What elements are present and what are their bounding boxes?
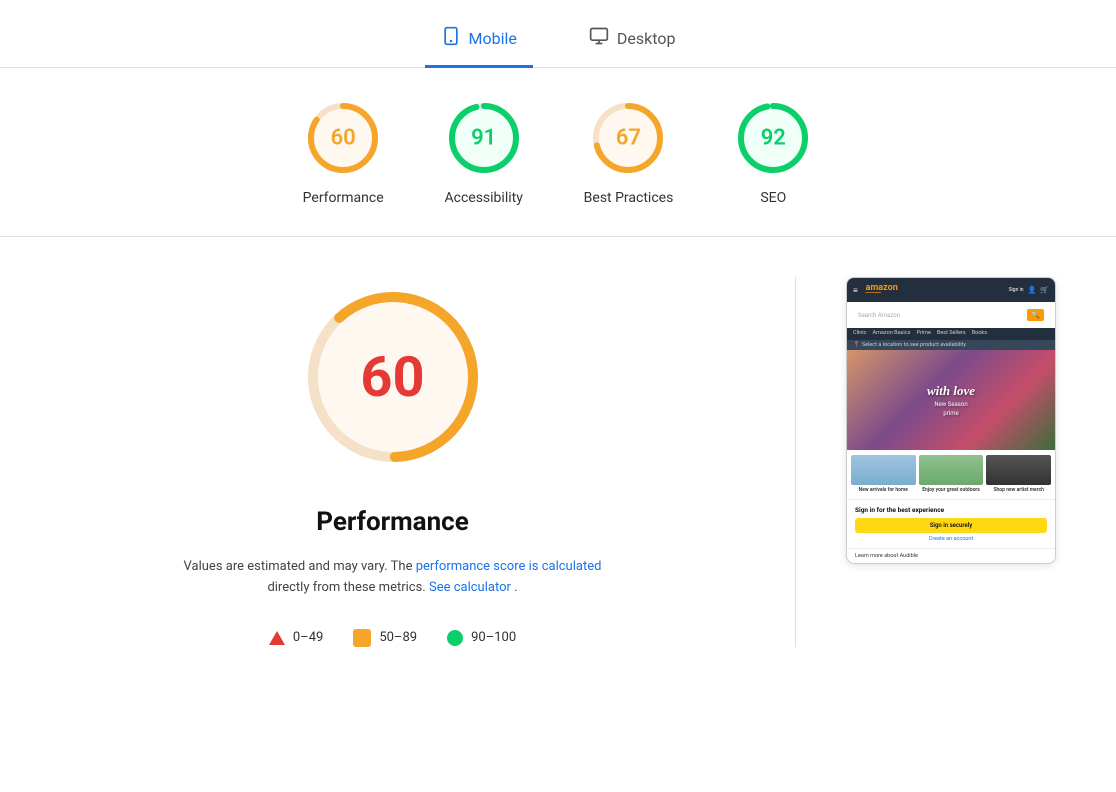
phone-category-2: Enjoy your great outdoors (919, 455, 984, 494)
gauge-accessibility: 91 (444, 98, 524, 178)
desc-text-2: directly from these metrics. (267, 580, 429, 595)
category-img-2 (919, 455, 984, 485)
desc-text-3: . (514, 580, 517, 595)
score-value-best-practices: 67 (616, 126, 641, 151)
location-icon: 📍 (853, 342, 860, 348)
mobile-icon (441, 26, 461, 51)
large-score-value: 60 (360, 344, 424, 410)
left-panel: 60 Performance Values are estimated and … (40, 277, 745, 647)
signin-heading: Sign in for the best experience (855, 506, 1047, 514)
legend-fail-range: 0–49 (293, 630, 323, 645)
legend-pass-range: 90–100 (471, 630, 516, 645)
category-img-1 (851, 455, 916, 485)
score-card-performance[interactable]: 60 Performance (303, 98, 384, 206)
tab-desktop[interactable]: Desktop (573, 16, 692, 68)
desc-text: Values are estimated and may vary. The (184, 559, 416, 574)
hamburger-icon: ≡ (853, 286, 858, 295)
desktop-icon (589, 26, 609, 51)
create-account-link[interactable]: Create an account (855, 536, 1047, 542)
phone-signin-section: Sign in for the best experience Sign in … (847, 499, 1055, 548)
phone-audible: Learn more about Audible (847, 548, 1055, 563)
legend-average: 50–89 (353, 629, 417, 647)
score-card-best-practices[interactable]: 67 Best Practices (584, 98, 674, 206)
gauge-performance: 60 (303, 98, 383, 178)
score-label-seo: SEO (760, 190, 786, 206)
score-label-accessibility: Accessibility (444, 190, 522, 206)
phone-categories: New arrivals for home Enjoy your great o… (847, 450, 1055, 499)
legend-pass: 90–100 (447, 630, 516, 646)
location-text: Select a location to see product availab… (862, 342, 966, 348)
main-content: 60 Performance Values are estimated and … (0, 237, 1116, 687)
score-value-performance: 60 (331, 126, 356, 151)
tab-mobile[interactable]: Mobile (425, 16, 533, 68)
score-card-accessibility[interactable]: 91 Accessibility (444, 98, 524, 206)
large-gauge: 60 (293, 277, 493, 477)
legend-square-icon (353, 629, 371, 647)
signin-button[interactable]: Sign in securely (855, 518, 1047, 533)
tab-desktop-label: Desktop (617, 29, 676, 48)
performance-desc: Values are estimated and may vary. The p… (183, 557, 603, 599)
phone-nav: Clinic Amazon Basics Prime Best Sellers … (847, 328, 1055, 340)
phone-location: 📍 Select a location to see product avail… (847, 340, 1055, 350)
score-value-accessibility: 91 (471, 126, 496, 151)
gauge-best-practices: 67 (588, 98, 668, 178)
search-icon: 🔍 (1027, 309, 1044, 321)
right-panel: ≡ amazon ▔▔▔▔▔ Sign in 👤 🛒 Search Amazon… (846, 277, 1056, 647)
search-placeholder: Search Amazon (858, 312, 900, 319)
gauge-seo: 92 (733, 98, 813, 178)
category-img-3 (986, 455, 1051, 485)
hero-prime: prime (927, 410, 975, 417)
cart-icon: 🛒 (1040, 286, 1049, 294)
calculator-link[interactable]: See calculator (429, 580, 511, 595)
legend-average-range: 50–89 (379, 630, 417, 645)
hero-subtitle: New Season (927, 401, 975, 408)
phone-header: ≡ amazon ▔▔▔▔▔ Sign in 👤 🛒 (847, 278, 1055, 302)
phone-header-right: Sign in 👤 🛒 (1009, 286, 1049, 294)
phone-hero: with love New Season prime (847, 350, 1055, 450)
tab-mobile-label: Mobile (469, 29, 517, 48)
phone-category-1: New arrivals for home (851, 455, 916, 494)
hero-text: with love New Season prime (927, 383, 975, 417)
legend: 0–49 50–89 90–100 (269, 629, 516, 647)
legend-fail: 0–49 (269, 630, 323, 645)
vertical-divider (795, 277, 796, 647)
audible-text: Learn more about Audible (855, 553, 918, 559)
score-label-best-practices: Best Practices (584, 190, 674, 206)
account-icon: 👤 (1028, 286, 1037, 294)
legend-triangle-icon (269, 631, 285, 645)
legend-circle-icon (447, 630, 463, 646)
tab-bar: Mobile Desktop (0, 0, 1116, 68)
score-cards: 60 Performance 91 Accessibility 67 Best … (0, 68, 1116, 237)
phone-search-bar: Search Amazon 🔍 (853, 306, 1049, 324)
score-card-seo[interactable]: 92 SEO (733, 98, 813, 206)
score-label-performance: Performance (303, 190, 384, 206)
score-value-seo: 92 (761, 126, 786, 151)
performance-score-link[interactable]: performance score is calculated (416, 559, 602, 574)
phone-mockup: ≡ amazon ▔▔▔▔▔ Sign in 👤 🛒 Search Amazon… (846, 277, 1056, 564)
phone-category-3: Shop new artist merch (986, 455, 1051, 494)
hero-title: with love (927, 383, 975, 399)
signin-text: Sign in (1009, 287, 1024, 293)
